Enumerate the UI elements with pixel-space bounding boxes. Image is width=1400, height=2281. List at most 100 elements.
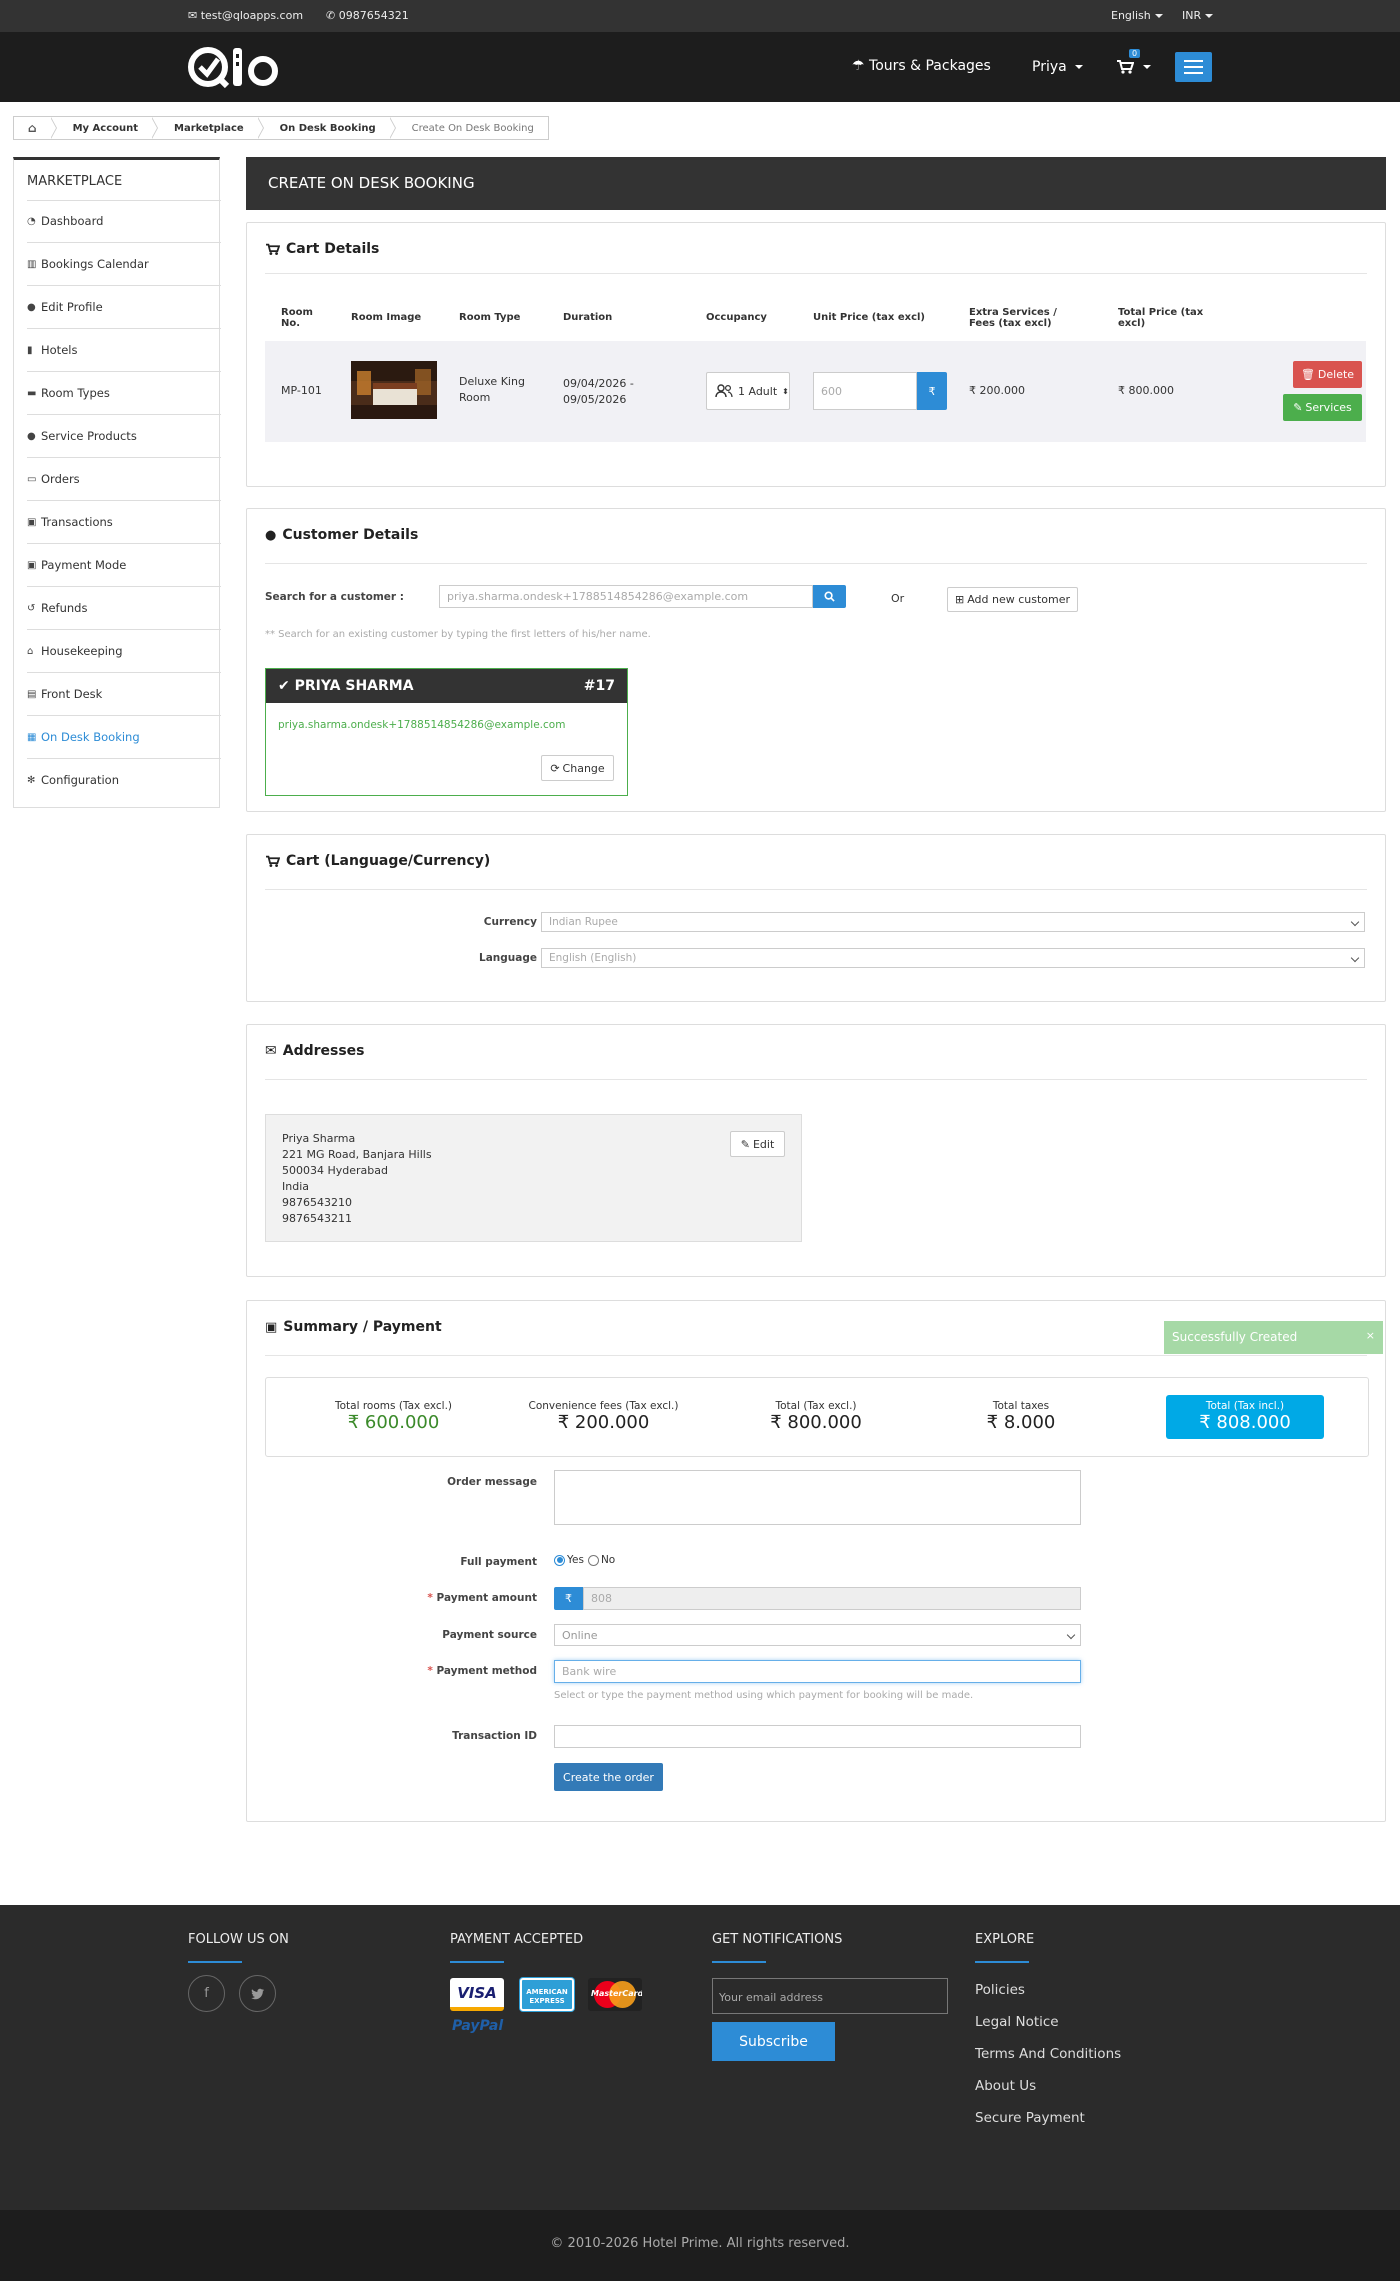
currency-select[interactable]: Indian Rupee [541,912,1365,932]
sidebar-item-payment-mode[interactable]: ▣ Payment Mode [27,555,207,575]
tours-packages-link[interactable]: ☂ Tours & Packages [852,58,991,74]
phone-icon: ✆ [326,9,336,22]
table-row: MP-101 Deluxe King Room 09/04/2026 - 09/… [265,341,1366,442]
breadcrumb-current: Create On Desk Booking [411,122,534,134]
cart-details-panel: Cart Details Room No. Room Image Room Ty… [246,222,1386,487]
customer-search-input[interactable]: priya.sharma.ondesk+1788514854286@exampl… [439,585,813,608]
sidebar-item-front-desk[interactable]: ▤ Front Desk [27,684,207,704]
full-payment-no-radio[interactable] [587,1554,599,1566]
col-extra-services: Extra Services / Fees (tax excl) [969,307,1057,329]
transaction-id-input[interactable] [554,1725,1081,1748]
breadcrumb-on-desk-booking[interactable]: On Desk Booking [258,117,396,139]
mastercard-icon: MasterCard [588,1978,642,2011]
footer-payment-heading: PAYMENT ACCEPTED [450,1932,584,1947]
sidebar-item-service-products[interactable]: ● Service Products [27,426,207,446]
customer-card: ✔ PRIYA SHARMA #17 priya.sharma.ondesk+1… [265,668,628,796]
footer-link-about-us[interactable]: About Us [975,2078,1036,2094]
building-icon: ▮ [27,344,33,356]
customer-email: priya.sharma.ondesk+1788514854286@exampl… [278,719,566,731]
paypal-icon: PayPal [452,2018,504,2034]
cart-details-title: Cart Details [265,241,379,257]
breadcrumb-home[interactable]: ⌂ [14,117,57,139]
col-unit-price: Unit Price (tax excl) [813,312,925,323]
order-message-textarea[interactable] [554,1470,1081,1525]
twitter-icon[interactable] [239,1975,276,2012]
dashboard-icon: ◔ [27,215,36,227]
edit-address-button[interactable]: ✎ Edit [730,1131,785,1157]
total-price: ₹ 800.000 [1118,384,1174,397]
site-logo[interactable] [187,42,297,92]
delete-button[interactable]: 🗑 Delete [1293,361,1362,388]
sidebar-item-room-types[interactable]: ▬ Room Types [27,383,207,403]
breadcrumb-my-account[interactable]: My Account [51,117,159,139]
customer-details-title: ● Customer Details [265,527,419,543]
summary-payment-panel: ▣ Summary / Payment Successfully Created… [246,1300,1386,1822]
language-select[interactable]: English (English) [541,948,1365,968]
services-button[interactable]: ✎ Services [1283,394,1362,421]
sidebar-item-refunds[interactable]: ↺ Refunds [27,598,207,618]
unit-price-input[interactable]: 600 [813,372,917,410]
menu-toggle-button[interactable] [1175,52,1212,82]
occupancy-dropdown[interactable]: 1 Adult ⬍ [706,372,790,410]
top-bar: ✉ test@qloapps.com ✆ 0987654321 English … [0,0,1400,32]
currency-selector[interactable]: INR [1182,9,1214,22]
cart-button[interactable]: 0 [1116,49,1151,75]
search-hint: ** Search for an existing customer by ty… [265,629,651,640]
footer-link-secure-payment[interactable]: Secure Payment [975,2110,1085,2126]
sidebar-item-orders[interactable]: ▭ Orders [27,469,207,489]
payment-source-select[interactable]: Online [554,1624,1081,1646]
amex-card-icon: AMERICAN EXPRESS [520,1978,574,2011]
sidebar-item-hotels[interactable]: ▮ Hotels [27,340,207,360]
sidebar-item-housekeeping[interactable]: ⌂ Housekeeping [27,641,207,661]
user-icon: ● [265,527,277,543]
newsletter-email-input[interactable]: Your email address [712,1978,948,2014]
visa-card-icon: VISA [450,1978,504,2011]
bar-chart-icon: ▥ [27,258,37,270]
language-selector[interactable]: English [1111,9,1163,22]
subscribe-button[interactable]: Subscribe [712,2022,835,2061]
sidebar-item-configuration[interactable]: ✻ Configuration [27,770,207,790]
payment-method-input[interactable]: Bank wire [554,1660,1081,1683]
facebook-icon[interactable]: f [188,1975,225,2012]
money-icon: ▣ [27,559,37,571]
change-customer-button[interactable]: ⟳ Change [541,755,614,781]
contact-phone[interactable]: ✆ 0987654321 [326,9,409,22]
customer-name: PRIYA SHARMA [294,678,414,694]
footer-link-terms[interactable]: Terms And Conditions [975,2046,1121,2062]
search-button[interactable] [813,585,846,608]
check-icon: ✔ [278,678,290,694]
col-total-price: Total Price (tax excl) [1118,307,1204,329]
payment-source-label: Payment source [442,1629,537,1641]
room-type: Deluxe King Room [459,375,525,404]
contact-email[interactable]: ✉ test@qloapps.com [188,9,303,22]
breadcrumb-marketplace[interactable]: Marketplace [152,117,264,139]
search-customer-label: Search for a customer : [265,591,404,603]
sidebar-item-transactions[interactable]: ▣ Transactions [27,512,207,532]
footer-link-policies[interactable]: Policies [975,1982,1025,1998]
room-image [351,361,437,419]
main-header: ☂ Tours & Packages Priya 0 [0,32,1400,102]
col-room-no: Room No. [281,307,313,329]
sidebar-item-edit-profile[interactable]: ● Edit Profile [27,297,207,317]
sidebar: MARKETPLACE ◔ Dashboard ▥ Bookings Calenda… [13,157,221,808]
shopping-cart-icon [266,243,280,255]
add-new-customer-button[interactable]: ⊞ Add new customer [947,587,1078,612]
room-number: MP-101 [281,384,322,397]
sidebar-item-dashboard[interactable]: ◔ Dashboard [27,211,207,231]
payment-amount-input[interactable]: 808 [583,1587,1081,1610]
calendar-icon: ▦ [27,731,37,743]
payment-method-label: * Payment method [427,1665,537,1677]
caret-down-icon [1205,14,1214,18]
sidebar-item-bookings-calendar[interactable]: ▥ Bookings Calendar [27,254,207,274]
create-order-button[interactable]: Create the order [554,1763,663,1791]
envelope-icon: ✉ [188,9,198,22]
sidebar-item-on-desk-booking[interactable]: ▦ On Desk Booking [27,727,207,747]
full-payment-yes-radio[interactable] [554,1554,565,1566]
hamburger-icon [1184,60,1203,74]
footer-link-legal-notice[interactable]: Legal Notice [975,2014,1059,2030]
full-payment-label: Full payment [460,1556,537,1568]
home-icon: ⌂ [28,121,37,135]
payment-amount-label: * Payment amount [427,1592,537,1604]
user-menu[interactable]: Priya [1032,59,1083,75]
close-icon[interactable]: × [1366,1329,1375,1342]
